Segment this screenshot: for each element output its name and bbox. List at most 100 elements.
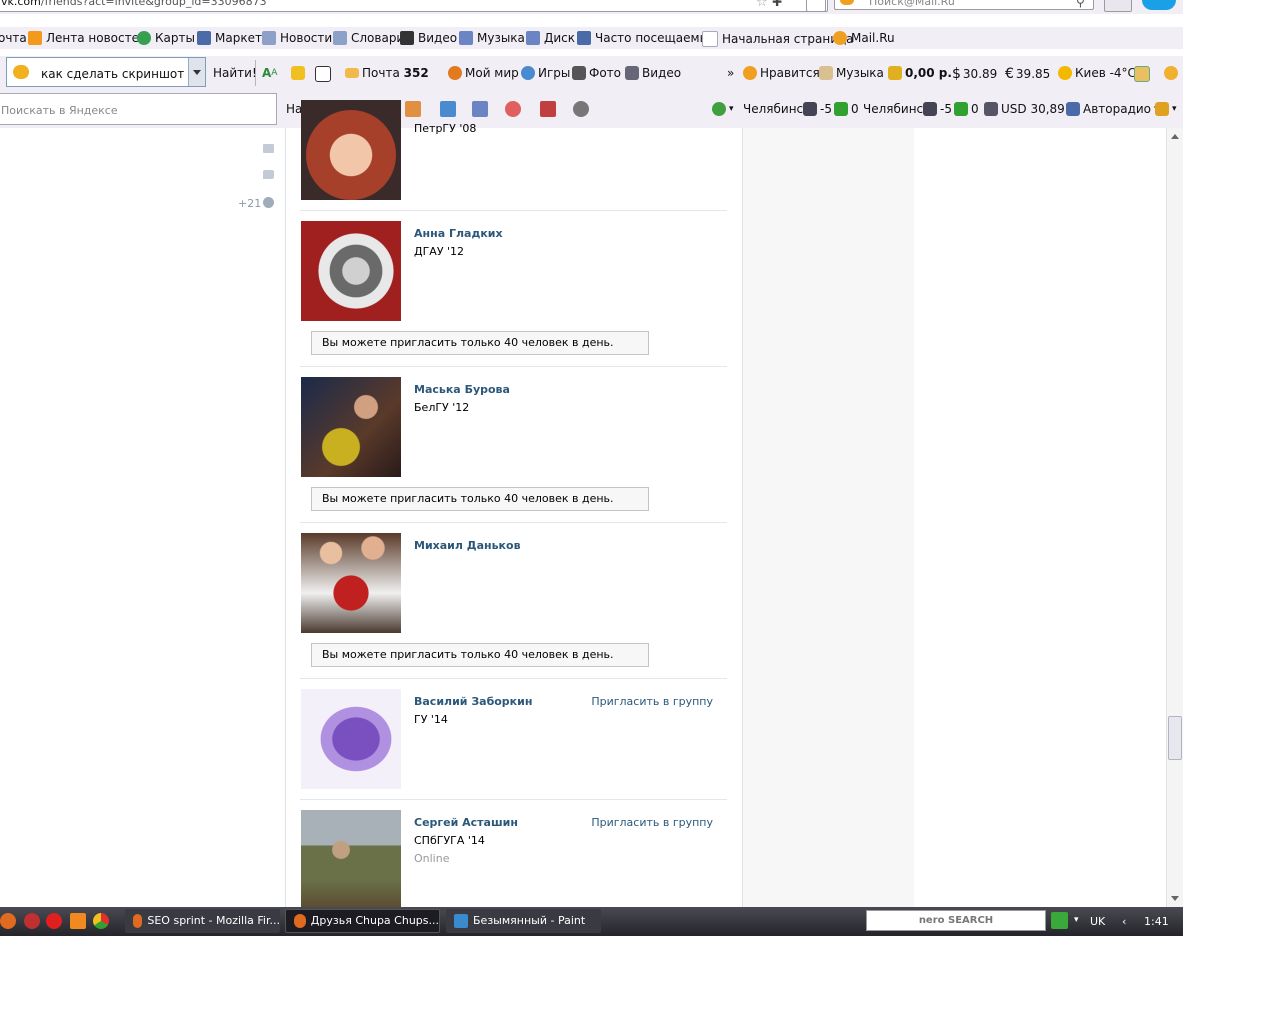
language-indicator[interactable]: UK (1090, 915, 1105, 928)
usd-rate[interactable]: $30.89 (952, 66, 997, 82)
task-seo-sprint[interactable]: SEO sprint - Mozilla Fir... (125, 909, 280, 933)
bookmark-video[interactable]: Видео (400, 31, 457, 45)
friend-row: Сергей Асташин СПбГУГА '14 Online Пригла… (300, 810, 727, 910)
go-arrow-icon[interactable] (1051, 912, 1068, 929)
bookmark-star-icon[interactable]: ☆ (756, 0, 768, 10)
envelope-icon[interactable] (263, 144, 274, 153)
photo-button[interactable]: Фото (572, 66, 621, 80)
games-button[interactable]: Игры (521, 66, 570, 80)
page-scrollbar[interactable] (1166, 128, 1183, 908)
temp-1[interactable]: -5 (803, 102, 832, 116)
my-world-button[interactable]: Мой мир (448, 66, 519, 80)
friend-name[interactable]: Сергей Асташин (414, 816, 518, 829)
bookmark-maps[interactable]: Карты (137, 31, 195, 45)
scroll-down-arrow-icon[interactable] (1171, 896, 1179, 901)
speaker-mute-icon (1066, 102, 1080, 116)
balance-button[interactable]: 0,00 р. (888, 66, 952, 80)
city-weather-2[interactable]: Челябинск (863, 102, 930, 116)
likes-button[interactable]: Нравится (743, 66, 820, 80)
firefox-icon[interactable] (0, 913, 16, 929)
task-paint[interactable]: Безымянный - Paint (446, 909, 601, 933)
task-friends-chupa-chups[interactable]: Друзья Chupa Chups... (285, 909, 440, 933)
bookmark-mailru[interactable]: Mail.Ru (833, 31, 895, 45)
mailru-icon (833, 31, 847, 45)
scroll-up-arrow-icon[interactable] (1171, 134, 1179, 139)
tray-expand-icon[interactable]: ‹ (1122, 915, 1126, 928)
friend-photo[interactable] (301, 377, 401, 477)
antivirus-icon[interactable] (24, 913, 40, 929)
nero-search-input[interactable]: nero SEARCH (866, 910, 1046, 931)
search-icon[interactable]: ⚲ (1076, 0, 1085, 9)
maps-icon (137, 31, 151, 45)
font-size-icon[interactable]: AA (262, 66, 277, 80)
likes-label: Нравится (760, 66, 820, 80)
bookmark-market[interactable]: Маркет (197, 31, 262, 45)
music-button[interactable]: Музыка (819, 66, 884, 80)
friend-photo[interactable] (301, 533, 401, 633)
opera-icon[interactable] (46, 913, 62, 929)
bookmark-news[interactable]: Новости (262, 31, 332, 45)
temp-2[interactable]: -5 (923, 102, 952, 116)
bookmark-frequent[interactable]: Часто посещаемые (577, 31, 716, 45)
signal-icon[interactable]: ▾ (1155, 102, 1177, 116)
traffic-label: 0 (971, 102, 979, 116)
home-button[interactable] (1104, 0, 1132, 12)
friend-name[interactable]: Анна Гладких (414, 227, 503, 240)
friend-photo[interactable] (301, 689, 401, 789)
friend-name[interactable]: Василий Заборкин (414, 695, 532, 708)
feed-icon[interactable]: ✚ (772, 0, 782, 9)
chevron-down-icon[interactable] (188, 58, 205, 86)
bookmark-label: Видео (418, 31, 458, 45)
skype-icon[interactable] (1142, 0, 1176, 10)
temp-label: -5 (820, 102, 832, 116)
mail-count: 352 (403, 66, 429, 80)
rss-icon (28, 31, 42, 45)
weather-button[interactable]: Киев -4°C (1058, 66, 1136, 80)
notification-counter[interactable]: +21 (238, 197, 261, 210)
bookmark-music[interactable]: Музыка (459, 31, 525, 45)
scroll-thumb[interactable] (1168, 716, 1182, 760)
eur-rate[interactable]: €39.85 (1005, 66, 1050, 82)
page-icon (702, 31, 718, 47)
bookmark-start-page[interactable]: Начальная страница (702, 31, 854, 47)
invite-to-group-link[interactable]: Пригласить в группу (591, 816, 713, 829)
mailru-search-placeholder: Поиск@Mail.Ru (869, 0, 955, 8)
chrome-icon[interactable] (93, 913, 109, 929)
url-field[interactable]: vk.com/friends?act=invite&group_id=33096… (0, 0, 828, 12)
bookmark-label: Новости (280, 31, 333, 45)
toolbar-search-combo[interactable]: как сделать скриншот (6, 57, 206, 87)
mailru-search-input[interactable]: Поиск@Mail.Ru (834, 0, 1094, 10)
bookmark-disk[interactable]: Диск (526, 31, 575, 45)
more-button[interactable]: » (727, 66, 734, 80)
invite-to-group-link[interactable]: Пригласить в группу (591, 695, 713, 708)
radio-button[interactable]: Авторадио▾ (1066, 102, 1159, 116)
traffic-1[interactable]: 0 (834, 102, 859, 116)
chevron-down-icon[interactable]: ▾ (1074, 915, 1079, 925)
usd-rate-2[interactable]: USD 30,89▾ (984, 102, 1072, 116)
friend-photo[interactable] (301, 221, 401, 321)
bookmark-mail[interactable]: очта (0, 31, 27, 45)
reload-button[interactable] (806, 0, 826, 12)
friend-photo[interactable] (301, 810, 401, 910)
map-icon[interactable] (1134, 66, 1153, 82)
mail-button[interactable]: Почта 352 (345, 66, 429, 80)
find-button[interactable]: Найти! (213, 66, 257, 80)
search-engine-icon (13, 65, 29, 79)
comment-icon[interactable] (263, 170, 274, 179)
odnoklassniki-icon[interactable] (70, 913, 86, 929)
city-label: Челябинск (863, 102, 931, 116)
friend-name[interactable]: Михаил Даньков (414, 539, 521, 552)
bookmark-news-feed[interactable]: Лента новостей (28, 31, 147, 45)
city-weather-1[interactable]: Челябинск (743, 102, 810, 116)
gear-icon[interactable] (263, 197, 274, 208)
bookmark-dictionaries[interactable]: Словари (333, 31, 404, 45)
yandex-search-input[interactable]: Поискать в Яндексе (0, 93, 277, 125)
traffic-2[interactable]: 0 (954, 102, 979, 116)
video-button[interactable]: Видео (625, 66, 681, 80)
highlighter-icon[interactable] (291, 66, 308, 80)
friend-photo[interactable] (301, 100, 401, 200)
friend-name[interactable]: Маська Бурова (414, 383, 510, 396)
zoom-icon[interactable] (315, 66, 334, 82)
divider (300, 366, 727, 367)
settings-gear-icon[interactable] (1164, 66, 1181, 80)
